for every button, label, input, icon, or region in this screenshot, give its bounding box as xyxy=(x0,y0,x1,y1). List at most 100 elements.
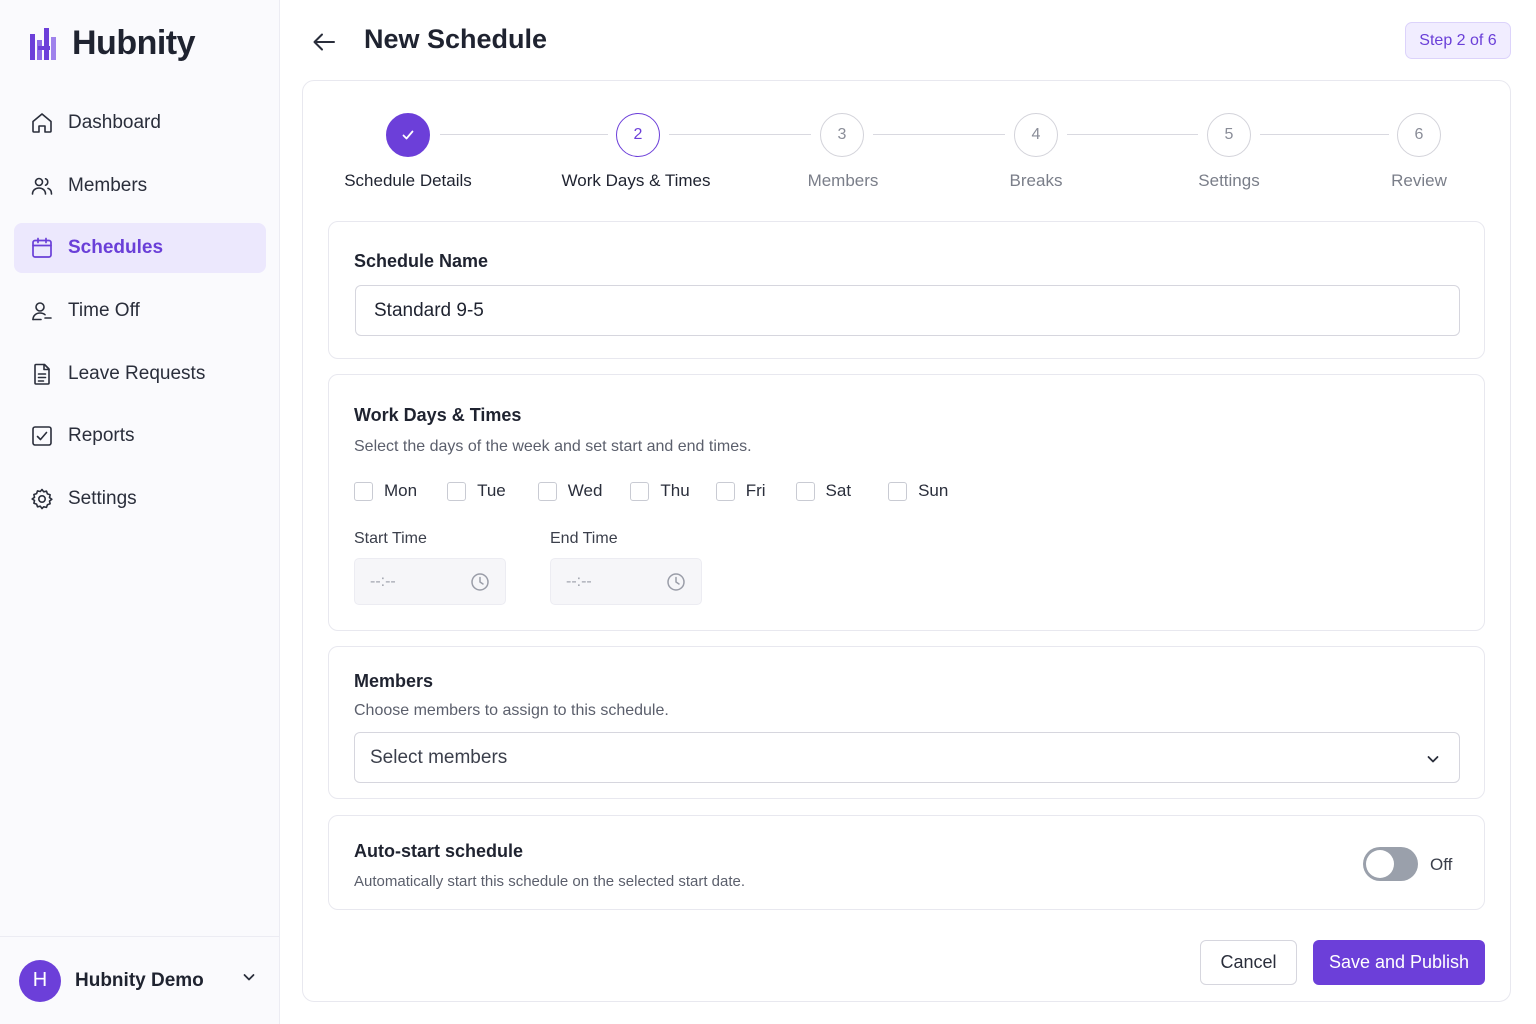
checkbox[interactable] xyxy=(715,481,735,501)
sidebar-item-settings[interactable]: Settings xyxy=(14,474,266,524)
sidebar-item-label: Dashboard xyxy=(68,112,161,133)
step-badge: Step 2 of 6 xyxy=(1405,22,1511,59)
document-icon xyxy=(34,363,50,385)
sidebar-item-schedules[interactable]: Schedules xyxy=(14,223,266,274)
sidebar: Hubnity Dashboard Members Schedules Time… xyxy=(0,0,280,1024)
stepper-connector xyxy=(440,134,608,135)
save-and-publish-button[interactable]: Save and Publish xyxy=(1313,940,1485,985)
start-time-input[interactable]: --:-- xyxy=(354,558,506,605)
day-checkbox-mon[interactable]: Mon xyxy=(354,481,417,501)
sidebar-item-leave-requests[interactable]: Leave Requests xyxy=(14,349,266,399)
checkbox[interactable] xyxy=(447,481,467,501)
sidebar-item-label: Schedules xyxy=(68,237,164,259)
step-2-label: Work Days & Times xyxy=(561,171,711,190)
day-label: Thu xyxy=(660,481,690,500)
step-3-circle[interactable]: 3 xyxy=(820,113,864,157)
gear-icon xyxy=(31,488,53,510)
start-time-label: Start Time xyxy=(354,530,427,547)
day-label: Fri xyxy=(745,481,766,500)
step-3-label: Members xyxy=(807,171,879,190)
members-section: Members Choose members to assign to this… xyxy=(328,646,1485,799)
auto-start-subtitle: Automatically start this schedule on the… xyxy=(354,873,746,890)
day-checkbox-fri[interactable]: Fri xyxy=(715,481,766,501)
check-icon xyxy=(402,130,414,140)
stepper-connector xyxy=(1067,134,1198,135)
step-6-circle[interactable]: 6 xyxy=(1397,113,1441,157)
schedule-name-input[interactable]: Standard 9-5 xyxy=(355,285,1460,336)
sidebar-item-time-off[interactable]: Time Off xyxy=(14,286,266,336)
checkbox[interactable] xyxy=(354,481,373,501)
step-4-label: Breaks xyxy=(1009,171,1063,190)
day-label: Sun xyxy=(918,481,949,500)
auto-start-section: Auto-start schedule Automatically start … xyxy=(328,815,1485,910)
work-days-section: Work Days & Times Select the days of the… xyxy=(328,374,1485,631)
sidebar-item-label: Members xyxy=(68,174,148,196)
day-label: Tue xyxy=(477,481,506,500)
day-checkbox-wed[interactable]: Wed xyxy=(537,481,603,501)
sidebar-item-label: Time Off xyxy=(68,300,140,322)
step-1-circle[interactable] xyxy=(386,113,430,157)
stepper-connector xyxy=(873,134,1005,135)
day-label: Sat xyxy=(825,481,852,500)
clock-icon[interactable] xyxy=(666,572,686,592)
user-minus-icon xyxy=(32,302,52,321)
end-time-input[interactable]: --:-- xyxy=(550,558,702,605)
members-title: Members xyxy=(354,671,434,691)
end-time-label: End Time xyxy=(550,530,618,547)
day-label: Mon xyxy=(384,481,418,500)
work-days-title: Work Days & Times xyxy=(354,405,522,425)
step-6-label: Review xyxy=(1391,171,1447,190)
hubnity-logo-icon xyxy=(30,27,56,60)
clock-icon[interactable] xyxy=(470,572,490,592)
sidebar-item-dashboard[interactable]: Dashboard xyxy=(14,98,266,148)
step-2-circle[interactable]: 2 xyxy=(616,113,660,157)
day-checkbox-sat[interactable]: Sat xyxy=(795,481,852,501)
brand-name: Hubnity xyxy=(72,24,196,62)
chevron-down-icon[interactable] xyxy=(241,969,257,985)
day-checkbox-tue[interactable]: Tue xyxy=(447,481,506,501)
sidebar-item-reports[interactable]: Reports xyxy=(14,411,266,461)
start-time-placeholder: --:-- xyxy=(370,572,396,590)
check-square-icon xyxy=(32,426,52,447)
sidebar-item-label: Reports xyxy=(68,425,135,447)
user-name: Hubnity Demo xyxy=(75,969,204,991)
chevron-down-icon xyxy=(1427,756,1439,763)
members-subtitle: Choose members to assign to this schedul… xyxy=(354,702,669,719)
step-5-label: Settings xyxy=(1198,171,1260,190)
brand[interactable]: Hubnity xyxy=(30,24,196,63)
checkbox[interactable] xyxy=(888,481,908,501)
calendar-icon xyxy=(32,238,52,259)
members-select-placeholder: Select members xyxy=(370,746,508,768)
day-checkboxes: Mon Tue Wed Thu Fri Sat Sun xyxy=(354,481,948,501)
avatar: H xyxy=(19,959,61,1002)
cancel-button[interactable]: Cancel xyxy=(1200,940,1297,985)
end-time-placeholder: --:-- xyxy=(566,572,592,590)
users-icon xyxy=(31,177,53,195)
step-1-label: Schedule Details xyxy=(344,171,472,190)
sidebar-nav: Dashboard Members Schedules Time Off Lea… xyxy=(14,98,266,537)
auto-start-toggle[interactable] xyxy=(1363,847,1418,881)
day-checkbox-sun[interactable]: Sun xyxy=(888,481,948,501)
back-arrow-icon[interactable] xyxy=(310,28,338,56)
checkbox[interactable] xyxy=(537,481,557,501)
stepper-connector xyxy=(669,134,811,135)
sidebar-item-label: Leave Requests xyxy=(68,362,206,384)
home-icon xyxy=(32,113,52,133)
schedule-name-title: Schedule Name xyxy=(354,251,489,271)
day-label: Wed xyxy=(567,481,603,500)
auto-start-title: Auto-start schedule xyxy=(354,841,524,861)
user-menu[interactable]: H Hubnity Demo xyxy=(0,936,279,1024)
checkbox[interactable] xyxy=(630,481,650,501)
day-checkbox-thu[interactable]: Thu xyxy=(630,481,690,501)
toggle-knob xyxy=(1366,850,1394,878)
members-select[interactable]: Select members xyxy=(354,732,1460,783)
step-4-circle[interactable]: 4 xyxy=(1014,113,1058,157)
sidebar-item-label: Settings xyxy=(68,488,137,510)
toggle-state-label: Off xyxy=(1430,855,1453,874)
page-title: New Schedule xyxy=(364,24,548,54)
sidebar-item-members[interactable]: Members xyxy=(14,161,266,211)
step-5-circle[interactable]: 5 xyxy=(1207,113,1251,157)
checkbox[interactable] xyxy=(795,481,815,501)
stepper-connector xyxy=(1260,134,1389,135)
schedule-name-section: Schedule Name Standard 9-5 xyxy=(328,221,1485,359)
